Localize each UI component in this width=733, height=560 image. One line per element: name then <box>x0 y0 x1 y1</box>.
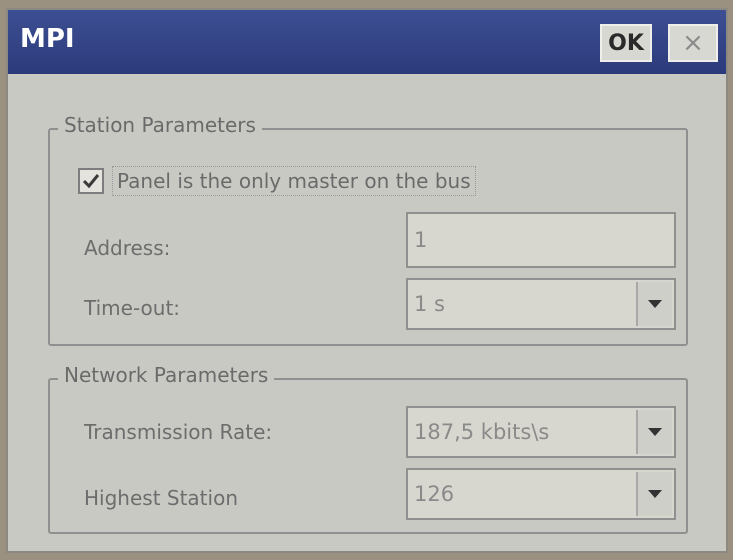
address-value: 1 <box>414 228 428 252</box>
highest-station-select[interactable]: 126 <box>406 468 676 520</box>
highest-station-value: 126 <box>414 482 455 506</box>
timeout-label: Time-out: <box>84 296 181 320</box>
chevron-down-icon <box>648 300 662 308</box>
highest-station-label: Highest Station <box>84 486 238 510</box>
timeout-dropdown-button[interactable] <box>636 282 672 326</box>
title-bar: MPI OK × <box>8 10 726 74</box>
address-label: Address: <box>84 236 171 260</box>
only-master-checkbox[interactable] <box>78 168 104 194</box>
close-button[interactable]: × <box>668 24 718 62</box>
highest-station-dropdown-button[interactable] <box>636 472 672 516</box>
window-title: MPI <box>20 24 75 54</box>
chevron-down-icon <box>648 490 662 498</box>
timeout-value: 1 s <box>414 292 445 316</box>
network-parameters-legend: Network Parameters <box>58 363 275 387</box>
address-input[interactable]: 1 <box>406 212 676 268</box>
check-icon <box>82 174 100 189</box>
station-parameters-legend: Station Parameters <box>58 113 262 137</box>
timeout-select[interactable]: 1 s <box>406 278 676 330</box>
transmission-rate-dropdown-button[interactable] <box>636 410 672 454</box>
transmission-rate-select[interactable]: 187,5 kbits\s <box>406 406 676 458</box>
chevron-down-icon <box>648 428 662 436</box>
transmission-rate-value: 187,5 kbits\s <box>414 420 550 444</box>
mpi-dialog: MPI OK × Station Parameters Panel is the… <box>6 8 728 553</box>
only-master-label[interactable]: Panel is the only master on the bus <box>112 166 476 196</box>
ok-button[interactable]: OK <box>600 24 652 62</box>
station-parameters-group: Station Parameters Panel is the only mas… <box>48 113 688 346</box>
transmission-rate-label: Transmission Rate: <box>84 420 273 444</box>
network-parameters-group: Network Parameters Transmission Rate: 18… <box>48 363 688 534</box>
